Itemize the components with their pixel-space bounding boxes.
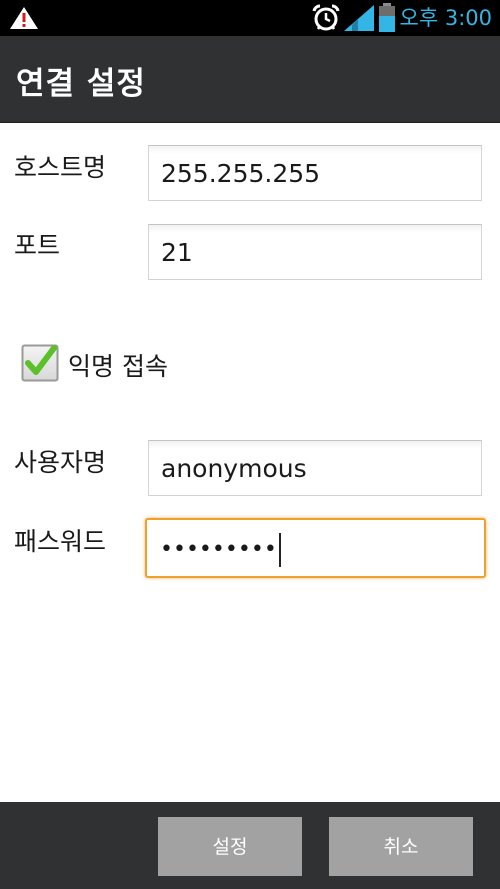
confirm-button[interactable]: 설정 bbox=[158, 817, 302, 876]
alarm-icon bbox=[312, 4, 340, 31]
signal-icon bbox=[344, 5, 374, 31]
warning-icon bbox=[10, 7, 38, 29]
anonymous-label[interactable]: 익명 접속 bbox=[68, 347, 168, 383]
title-bar: 연결 설정 bbox=[0, 36, 500, 123]
host-input[interactable]: 255.255.255 bbox=[148, 145, 482, 201]
status-time: 오후 3:00 bbox=[399, 6, 492, 30]
password-label: 패스워드 bbox=[14, 527, 107, 556]
host-label: 호스트명 bbox=[14, 153, 107, 182]
text-cursor bbox=[278, 533, 281, 567]
password-input[interactable]: ••••••••• bbox=[145, 518, 486, 578]
button-bar: 설정 취소 bbox=[0, 802, 500, 889]
username-input[interactable]: anonymous bbox=[148, 440, 482, 496]
cancel-button[interactable]: 취소 bbox=[329, 817, 473, 876]
port-input[interactable]: 21 bbox=[148, 224, 482, 280]
username-value: anonymous bbox=[161, 454, 307, 483]
battery-icon bbox=[379, 3, 395, 32]
port-value: 21 bbox=[161, 238, 193, 267]
username-label: 사용자명 bbox=[14, 448, 107, 477]
port-label: 포트 bbox=[14, 231, 61, 260]
host-value: 255.255.255 bbox=[161, 159, 321, 188]
password-value: ••••••••• bbox=[160, 537, 277, 562]
anonymous-checkbox[interactable] bbox=[21, 344, 59, 382]
status-bar: 오후 3:00 bbox=[0, 0, 500, 36]
page-title: 연결 설정 bbox=[16, 66, 146, 102]
